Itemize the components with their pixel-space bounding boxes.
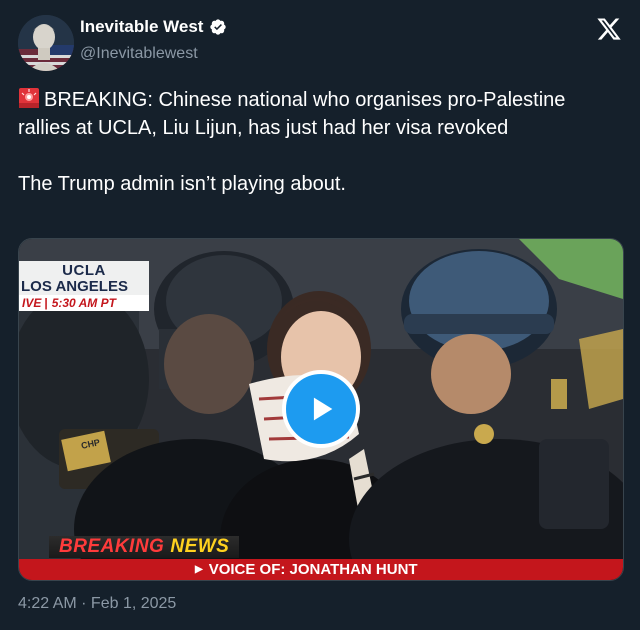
live-indicator: IVE | 5:30 AM PT [19,295,149,311]
voice-of-bar: ▶ VOICE OF: JONATHAN HUNT [19,559,623,580]
breaking-news-banner: BREAKING NEWS [49,536,240,558]
tweet-text-line1: BREAKING: Chinese national who organises… [18,89,571,139]
live-tag: IVE [22,296,42,310]
author-handle[interactable]: @Inevitablewest [80,45,198,63]
x-logo-icon[interactable] [596,16,622,42]
play-icon [313,397,333,421]
author-name[interactable]: Inevitable West [80,17,203,37]
author-name-row[interactable]: Inevitable West [80,17,227,37]
avatar[interactable] [18,15,74,71]
voice-arrow-icon: ▶ [195,564,203,575]
tweet-text-line2: The Trump admin isn’t playing about. [18,173,346,195]
tweet-text: BREAKING: Chinese national who organises… [18,86,618,198]
voice-of-text: VOICE OF: JONATHAN HUNT [208,561,418,578]
live-time: 5:30 AM PT [51,296,116,310]
verified-badge-icon [210,19,227,35]
location-overlay-line1: UCLA [62,262,106,279]
tweet-timestamp[interactable]: 4:22 AM · Feb 1, 2025 [18,595,176,613]
news-word: NEWS [170,536,230,557]
avatar-image [18,15,74,71]
video-player[interactable]: UCLA LOS ANGELES IVE | 5:30 AM PT CHP BR… [18,238,624,581]
location-overlay: UCLA LOS ANGELES IVE | 5:30 AM PT [19,261,149,311]
siren-emoji-icon [19,88,39,108]
play-button[interactable] [282,370,360,448]
breaking-word: BREAKING [59,536,165,557]
location-overlay-line2: LOS ANGELES [21,278,128,295]
tweet-card: Inevitable West @Inevitablewest BREAKING… [0,0,640,630]
